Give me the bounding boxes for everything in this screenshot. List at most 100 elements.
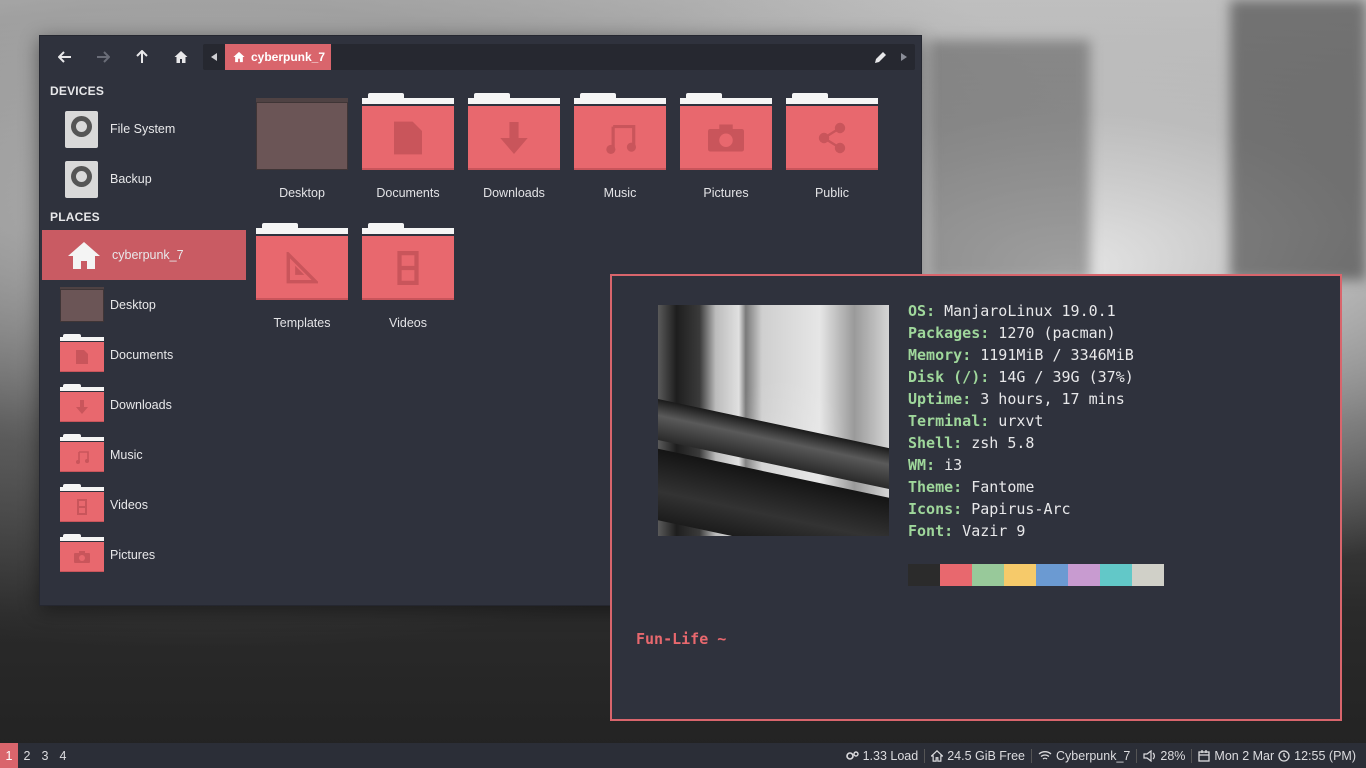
sidebar-item-backup[interactable]: Backup xyxy=(40,154,245,204)
status-bar: 1 2 3 4 1.33 Load 24.5 GiB Free Cyberpun… xyxy=(0,743,1366,768)
edit-path-button[interactable] xyxy=(867,44,893,70)
info-value: ManjaroLinux 19.0.1 xyxy=(935,302,1116,320)
music-folder-icon xyxy=(574,93,666,170)
sidebar-item-home[interactable]: cyberpunk_7 xyxy=(42,230,246,280)
path-scroll-left[interactable] xyxy=(203,44,225,70)
volume-text: 28% xyxy=(1160,748,1186,763)
folder-pictures[interactable]: Pictures xyxy=(669,93,775,228)
workspace-3[interactable]: 3 xyxy=(36,743,54,768)
info-value: i3 xyxy=(935,456,963,474)
palette-swatch xyxy=(1004,564,1036,586)
info-line: Disk (/): 14G / 39G (37%) xyxy=(908,366,1134,388)
info-value: Fantome xyxy=(962,478,1035,496)
path-bar[interactable]: cyberpunk_7 xyxy=(203,44,915,70)
wallpaper-pillar xyxy=(1230,0,1366,280)
info-value: zsh 5.8 xyxy=(962,434,1035,452)
info-value: urxvt xyxy=(989,412,1044,430)
info-line: OS: ManjaroLinux 19.0.1 xyxy=(908,300,1134,322)
time-text: 12:55 (PM) xyxy=(1294,748,1356,763)
calendar-icon xyxy=(1198,749,1211,762)
workspace-1[interactable]: 1 xyxy=(0,743,18,768)
info-colon: : xyxy=(926,302,936,320)
sidebar-item-label: Videos xyxy=(110,498,148,512)
date-indicator: Mon 2 Mar 12:55 (PM) xyxy=(1192,749,1362,763)
folder-label: Documents xyxy=(376,186,440,200)
back-button[interactable] xyxy=(52,44,78,70)
sidebar-item-music[interactable]: Music xyxy=(40,430,245,480)
sidebar-item-desktop[interactable]: Desktop xyxy=(40,280,245,330)
info-colon: : xyxy=(980,324,990,342)
wifi-text: Cyberpunk_7 xyxy=(1056,748,1131,763)
info-key: Disk (/) xyxy=(908,368,981,386)
home-icon xyxy=(62,235,106,275)
folder-downloads[interactable]: Downloads xyxy=(457,93,563,228)
folder-desktop[interactable]: Desktop xyxy=(245,98,351,228)
system-info: OS: ManjaroLinux 19.0.1 Packages: 1270 (p… xyxy=(908,300,1134,542)
templates-folder-icon xyxy=(256,223,348,300)
folder-label: Templates xyxy=(273,316,331,330)
workspace-2[interactable]: 2 xyxy=(18,743,36,768)
sidebar-item-videos[interactable]: Videos xyxy=(40,480,245,530)
folder-music[interactable]: Music xyxy=(563,93,669,228)
info-key: Uptime xyxy=(908,390,963,408)
forward-button[interactable] xyxy=(90,44,116,70)
palette-swatch xyxy=(1100,564,1132,586)
info-colon: : xyxy=(962,390,972,408)
sidebar-item-downloads[interactable]: Downloads xyxy=(40,380,245,430)
load-text: 1.33 Load xyxy=(862,748,919,763)
disk-indicator: 24.5 GiB Free xyxy=(925,749,1031,763)
sidebar-item-file-system[interactable]: File System xyxy=(40,104,245,154)
sidebar-item-pictures[interactable]: Pictures xyxy=(40,530,245,580)
sidebar-item-label: Pictures xyxy=(110,548,156,562)
folder-label: Public xyxy=(814,186,850,200)
folder-templates[interactable]: Templates xyxy=(245,223,351,358)
folder-label: Videos xyxy=(389,316,427,330)
sidebar-item-documents[interactable]: Documents xyxy=(40,330,245,380)
palette-swatch xyxy=(1132,564,1164,586)
arrow-up-icon xyxy=(136,50,148,63)
documents-folder-icon xyxy=(60,334,104,375)
palette-swatch xyxy=(972,564,1004,586)
info-key: WM xyxy=(908,456,927,474)
info-value: 3 hours, 17 mins xyxy=(971,390,1125,408)
terminal-window[interactable]: OS: ManjaroLinux 19.0.1 Packages: 1270 (p… xyxy=(610,274,1342,721)
videos-folder-icon xyxy=(362,223,454,300)
info-line: Font: Vazir 9 xyxy=(908,520,1134,542)
info-key: Theme xyxy=(908,478,954,496)
info-line: Memory: 1191MiB / 3346MiB xyxy=(908,344,1134,366)
palette-swatch xyxy=(1036,564,1068,586)
info-key: Packages xyxy=(908,324,981,342)
sidebar-item-label: Music xyxy=(110,448,143,462)
up-button[interactable] xyxy=(129,44,155,70)
info-key: Font xyxy=(908,522,945,540)
info-line: Uptime: 3 hours, 17 mins xyxy=(908,388,1134,410)
folder-documents[interactable]: Documents xyxy=(351,93,457,228)
workspace-4[interactable]: 4 xyxy=(54,743,72,768)
harddisk-icon xyxy=(60,159,104,199)
info-colon: : xyxy=(953,500,963,518)
triangle-right-icon xyxy=(901,53,907,61)
wifi-indicator: Cyberpunk_7 xyxy=(1032,749,1136,763)
info-line: Theme: Fantome xyxy=(908,476,1134,498)
date-text: Mon 2 Mar xyxy=(1214,748,1275,763)
breadcrumb-home[interactable]: cyberpunk_7 xyxy=(225,44,331,70)
downloads-folder-icon xyxy=(468,93,560,170)
path-scroll-right[interactable] xyxy=(893,44,915,70)
downloads-folder-icon xyxy=(60,384,104,425)
info-value: 1270 (pacman) xyxy=(989,324,1116,342)
pencil-icon xyxy=(874,51,886,63)
color-palette xyxy=(908,564,1164,586)
folder-videos[interactable]: Videos xyxy=(351,223,457,358)
volume-indicator[interactable]: 28% xyxy=(1137,749,1191,763)
home-button[interactable] xyxy=(168,44,194,70)
shell-prompt: Fun-Life ~ xyxy=(636,630,727,648)
toolbar: cyberpunk_7 xyxy=(40,36,921,78)
folder-public[interactable]: Public xyxy=(775,93,881,228)
sidebar-item-label: cyberpunk_7 xyxy=(112,248,184,262)
info-colon: : xyxy=(962,346,972,364)
desktop-folder-icon xyxy=(60,285,104,325)
load-indicator: 1.33 Load xyxy=(840,749,925,763)
sidebar-item-label: Desktop xyxy=(110,298,156,312)
info-key: OS xyxy=(908,302,927,320)
folder-label: Pictures xyxy=(703,186,749,200)
